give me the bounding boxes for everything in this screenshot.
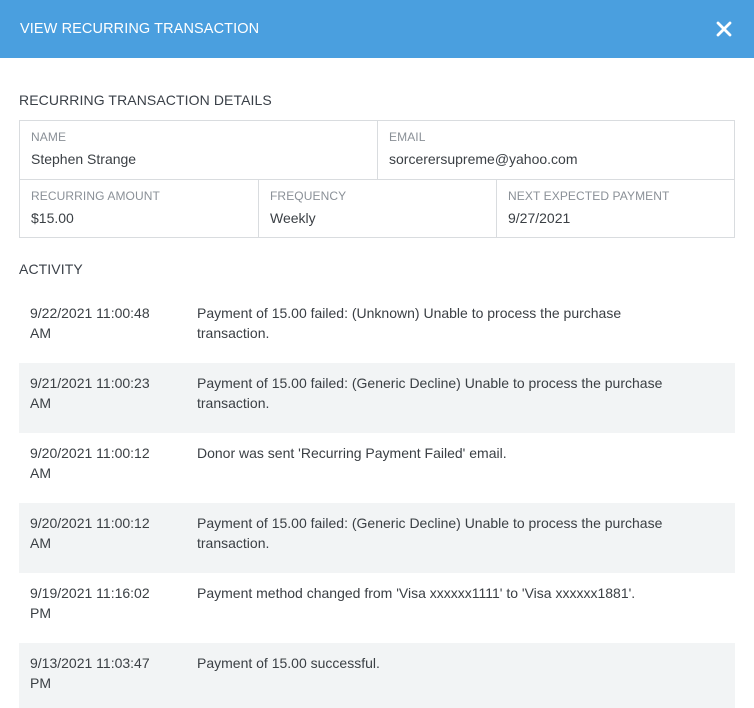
activity-list: 9/22/2021 11:00:48 AM Payment of 15.00 fa… (19, 293, 735, 708)
activity-date: 9/20/2021 11:00:12 AM (30, 515, 150, 551)
activity-row: 9/19/2021 11:16:02 PM Payment method chan… (19, 573, 735, 643)
activity-text: Payment of 15.00 failed: (Generic Declin… (197, 515, 663, 551)
modal-title: VIEW RECURRING TRANSACTION (20, 21, 260, 37)
activity-text: Payment of 15.00 failed: (Generic Declin… (197, 375, 663, 411)
next-payment-label: NEXT EXPECTED PAYMENT (508, 189, 670, 203)
email-cell: EMAIL sorcerersupreme@yahoo.com (377, 121, 734, 179)
details-grid: NAME Stephen Strange EMAIL sorcerersupre… (19, 120, 735, 238)
details-row: RECURRING AMOUNT $15.00 FREQUENCY Weekly… (20, 179, 734, 237)
amount-value: $15.00 (31, 210, 74, 226)
frequency-value: Weekly (270, 210, 316, 226)
close-button[interactable] (710, 15, 738, 43)
email-label: EMAIL (389, 130, 426, 144)
activity-row: 9/22/2021 11:00:48 AM Payment of 15.00 fa… (19, 293, 735, 363)
frequency-cell: FREQUENCY Weekly (258, 180, 496, 237)
activity-date: 9/21/2021 11:00:23 AM (30, 375, 150, 411)
activity-section-title: ACTIVITY (19, 261, 83, 277)
email-value: sorcerersupreme@yahoo.com (389, 151, 578, 167)
activity-row: 9/13/2021 11:03:47 PM Payment of 15.00 su… (19, 643, 735, 708)
activity-date: 9/13/2021 11:03:47 PM (30, 655, 150, 691)
name-value: Stephen Strange (31, 151, 137, 167)
activity-text: Payment of 15.00 failed: (Unknown) Unabl… (197, 305, 622, 341)
recurring-transaction-modal: VIEW RECURRING TRANSACTION RECURRING TRA… (0, 0, 754, 708)
modal-header: VIEW RECURRING TRANSACTION (0, 0, 754, 58)
name-label: NAME (31, 130, 67, 144)
details-section-title: RECURRING TRANSACTION DETAILS (19, 92, 272, 108)
activity-row: 9/20/2021 11:00:12 AM Donor was sent 'Rec… (19, 433, 735, 503)
name-cell: NAME Stephen Strange (20, 121, 377, 179)
amount-label: RECURRING AMOUNT (31, 189, 160, 203)
activity-text: Payment of 15.00 successful. (197, 655, 380, 671)
activity-text: Payment method changed from 'Visa xxxxxx… (197, 585, 636, 601)
activity-date: 9/20/2021 11:00:12 AM (30, 445, 150, 481)
details-row: NAME Stephen Strange EMAIL sorcerersupre… (20, 121, 734, 179)
activity-date: 9/22/2021 11:00:48 AM (30, 305, 150, 341)
next-payment-cell: NEXT EXPECTED PAYMENT 9/27/2021 (496, 180, 734, 237)
activity-row: 9/21/2021 11:00:23 AM Payment of 15.00 fa… (19, 363, 735, 433)
activity-row: 9/20/2021 11:00:12 AM Payment of 15.00 fa… (19, 503, 735, 573)
activity-date: 9/19/2021 11:16:02 PM (30, 585, 150, 621)
modal-body: RECURRING TRANSACTION DETAILS NAME Steph… (0, 92, 754, 708)
activity-text: Donor was sent 'Recurring Payment Failed… (197, 445, 507, 461)
frequency-label: FREQUENCY (270, 189, 347, 203)
amount-cell: RECURRING AMOUNT $15.00 (20, 180, 258, 237)
close-icon (716, 21, 732, 37)
next-payment-value: 9/27/2021 (508, 210, 571, 226)
